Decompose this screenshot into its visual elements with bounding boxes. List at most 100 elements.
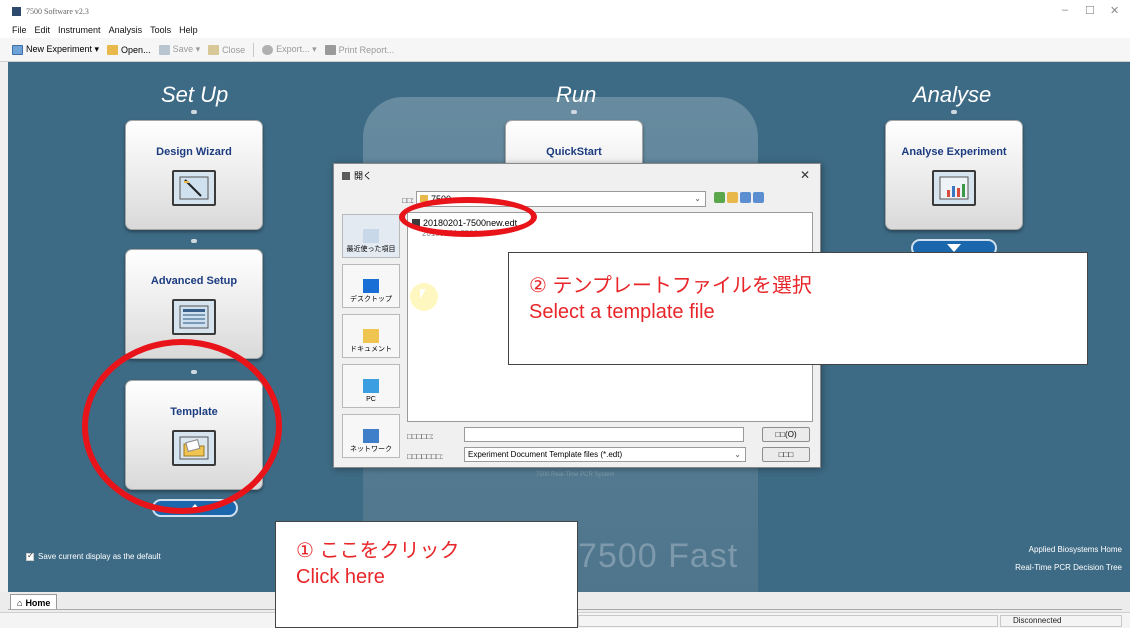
places-bar: 最近使った項目 デスクトップ ドキュメント PC ネットワーク xyxy=(342,214,404,462)
chevron-down-icon: ⌄ xyxy=(734,450,741,459)
place-label: 最近使った項目 xyxy=(346,246,396,253)
callout-step1-line1: ① ここをクリック xyxy=(296,540,460,562)
place-network[interactable]: ネットワーク xyxy=(342,414,400,458)
connector-dot xyxy=(571,110,577,114)
open-label: Open... xyxy=(121,44,151,55)
save-default-label: Save current display as the default xyxy=(38,552,161,561)
dialog-close-icon[interactable]: ✕ xyxy=(800,168,810,182)
open-file-button[interactable]: □□(O) xyxy=(762,427,810,442)
place-desktop[interactable]: デスクトップ xyxy=(342,264,400,308)
pc-icon xyxy=(363,379,379,393)
connector-dot xyxy=(951,110,957,114)
dialog-title-bar: 開く xyxy=(342,169,372,182)
save-label: Save ▾ xyxy=(172,44,201,54)
cancel-button[interactable]: □□□ xyxy=(762,447,810,462)
filetype-dropdown[interactable]: Experiment Document Template files (*.ed… xyxy=(464,447,746,462)
menu-edit[interactable]: Edit xyxy=(35,25,51,35)
callout-step1: ① ここをクリック Click here xyxy=(275,521,578,628)
export-icon xyxy=(262,44,274,55)
menu-help[interactable]: Help xyxy=(179,25,198,35)
desktop-icon xyxy=(363,279,379,293)
lookin-label: □□: xyxy=(402,196,414,205)
back-icon[interactable] xyxy=(714,192,725,203)
new-experiment-button[interactable]: New Experiment ▾ xyxy=(12,44,99,55)
network-icon xyxy=(363,429,379,443)
export-button[interactable]: Export... ▾ xyxy=(262,44,317,55)
dialog-icon xyxy=(342,171,350,180)
recent-icon xyxy=(363,229,379,243)
design-wizard-label: Design Wizard xyxy=(156,146,232,158)
new-folder-icon[interactable] xyxy=(740,192,751,203)
menu-analysis[interactable]: Analysis xyxy=(109,25,143,35)
place-recent[interactable]: 最近使った項目 xyxy=(342,214,400,258)
place-label: ドキュメント xyxy=(350,346,392,353)
instrument-label: 7500 Fast xyxy=(578,537,739,575)
connector-dot xyxy=(191,239,197,243)
save-button[interactable]: Save ▾ xyxy=(158,44,201,55)
menu-instrument[interactable]: Instrument xyxy=(58,25,101,35)
run-title: Run xyxy=(556,82,597,107)
export-label: Export... ▾ xyxy=(276,44,317,54)
home-icon: ⌂ xyxy=(17,597,23,608)
filename-label: □□□□□: xyxy=(407,432,434,441)
highlight-file-ring xyxy=(399,197,537,237)
toolbar-separator xyxy=(253,42,255,57)
title-bar: 7500 Software v2.3 – ☐ ✕ xyxy=(0,0,1130,22)
analyse-experiment-label: Analyse Experiment xyxy=(901,146,1007,158)
callout-step2-line2: Select a template file xyxy=(529,301,715,323)
place-label: ネットワーク xyxy=(350,446,392,453)
filename-input[interactable] xyxy=(464,427,744,442)
print-report-label: Print Report... xyxy=(338,44,395,55)
maximize-icon[interactable]: ☐ xyxy=(1085,4,1095,17)
connection-status: Disconnected xyxy=(1013,616,1062,625)
filetype-value: Experiment Document Template files (*.ed… xyxy=(468,450,623,459)
place-label: デスクトップ xyxy=(350,296,392,303)
print-report-button[interactable]: Print Report... xyxy=(324,44,395,55)
place-pc[interactable]: PC xyxy=(342,364,400,408)
menu-bar: File Edit Instrument Analysis Tools Help xyxy=(0,22,1130,38)
quickstart-label: QuickStart xyxy=(546,146,602,158)
analyse-experiment-button[interactable]: Analyse Experiment xyxy=(885,120,1023,230)
close-icon[interactable]: ✕ xyxy=(1110,4,1119,17)
documents-icon xyxy=(363,329,379,343)
analysis-chart-icon xyxy=(932,170,976,206)
place-label: PC xyxy=(366,396,376,403)
view-menu-icon[interactable] xyxy=(753,192,764,203)
connector-dot xyxy=(191,110,197,114)
save-default-option[interactable]: Save current display as the default xyxy=(26,551,161,561)
place-documents[interactable]: ドキュメント xyxy=(342,314,400,358)
folder-open-icon xyxy=(107,44,119,55)
status-segment xyxy=(578,615,998,627)
advanced-setup-label: Advanced Setup xyxy=(150,275,238,287)
advanced-setup-icon xyxy=(172,299,216,335)
dialog-title: 開く xyxy=(354,171,373,181)
filetype-label: □□□□□□□: xyxy=(407,452,444,461)
tab-home[interactable]: ⌂ Home xyxy=(10,594,58,610)
chevron-down-icon xyxy=(947,244,961,252)
close-file-icon xyxy=(208,44,220,55)
mouse-cursor-icon xyxy=(410,283,438,311)
toolbar: New Experiment ▾ Open... Save ▾ Close Ex… xyxy=(0,38,1130,62)
up-folder-icon[interactable] xyxy=(727,192,738,203)
save-icon xyxy=(158,44,170,55)
save-default-checkbox[interactable] xyxy=(26,551,34,561)
app-icon xyxy=(12,6,21,16)
callout-step2: ② テンプレートファイルを選択 Select a template file xyxy=(508,252,1088,365)
close-button[interactable]: Close xyxy=(208,44,245,55)
menu-file[interactable]: File xyxy=(12,25,27,35)
new-experiment-icon xyxy=(12,44,23,55)
dialog-nav-icons xyxy=(714,192,766,203)
design-wizard-button[interactable]: Design Wizard xyxy=(125,120,263,230)
applied-biosystems-home-link[interactable]: Applied Biosystems Home xyxy=(1029,545,1122,554)
print-icon xyxy=(324,44,336,55)
pcr-decision-tree-link[interactable]: Real-Time PCR Decision Tree xyxy=(1015,563,1122,572)
chevron-down-icon: ⌄ xyxy=(694,194,701,203)
callout-step1-line2: Click here xyxy=(296,566,385,588)
open-button[interactable]: Open... xyxy=(107,44,151,55)
wizard-icon xyxy=(172,170,216,206)
instrument-sublabel: 7500 Real-Time PCR System xyxy=(536,472,615,478)
tab-home-label: Home xyxy=(25,597,51,608)
analyse-title: Analyse xyxy=(913,82,992,107)
minimize-icon[interactable]: – xyxy=(1062,4,1068,16)
menu-tools[interactable]: Tools xyxy=(150,25,171,35)
